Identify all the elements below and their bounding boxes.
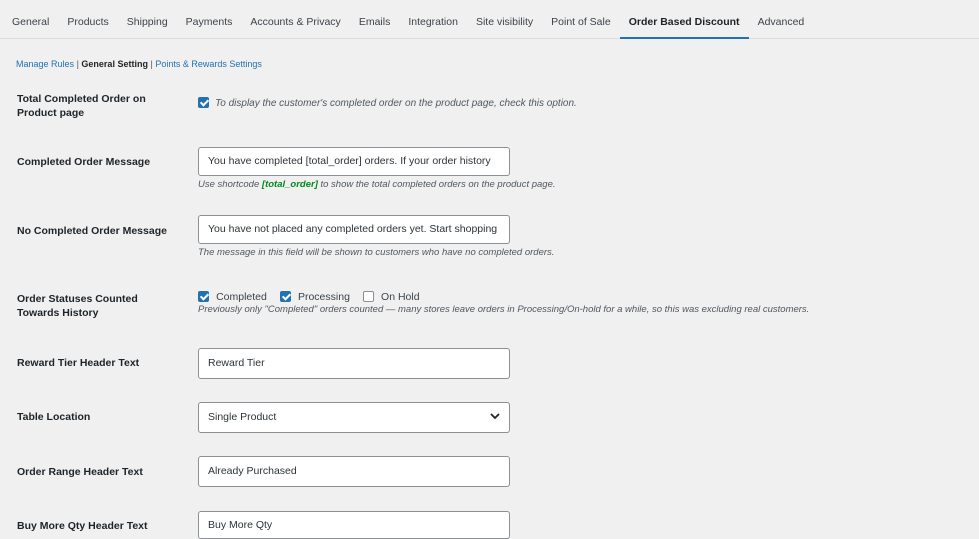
table-location-label: Table Location (17, 411, 91, 423)
processing-checkbox[interactable] (279, 291, 291, 302)
on-hold-checkbox[interactable] (362, 291, 374, 302)
settings-tabs: General Products Shipping Payments Accou… (0, 0, 979, 39)
tab-shipping[interactable]: Shipping (118, 0, 177, 38)
general-setting-current: General Setting (81, 59, 148, 69)
subnav-separator: | (150, 59, 153, 69)
order-range-input[interactable]: Already Purchased (198, 456, 510, 487)
tab-integration[interactable]: Integration (399, 0, 467, 38)
tab-accounts-privacy[interactable]: Accounts & Privacy (241, 0, 349, 38)
total-completed-label: Total Completed Order on Product page (17, 93, 146, 119)
order-statuses-label: Order Statuses Counted Towards History (17, 293, 138, 319)
no-completed-message-desc: The message in this field will be shown … (198, 247, 555, 258)
processing-option-label: Processing (297, 291, 350, 303)
table-location-field: Single Product (198, 402, 510, 433)
completed-message-desc: Use shortcode [total_order] to show the … (198, 179, 556, 190)
manage-rules-link[interactable]: Manage Rules (16, 59, 74, 69)
tab-order-based-discount[interactable]: Order Based Discount (619, 0, 749, 39)
order-statuses-desc: Previously only "Completed" orders count… (198, 304, 810, 315)
tab-emails[interactable]: Emails (350, 0, 400, 38)
order-statuses-field: Completed Processing On Hold Previously … (198, 291, 809, 315)
completed-checkbox[interactable] (198, 291, 209, 302)
reward-tier-label: Reward Tier Header Text (17, 357, 140, 369)
reward-tier-input[interactable]: Reward Tier (198, 348, 510, 379)
shortcode-text: [total_order] (261, 179, 318, 190)
desc-text: to show the total completed orders on th… (320, 179, 556, 190)
tab-point-of-sale[interactable]: Point of Sale (542, 0, 620, 38)
no-completed-message-input[interactable]: You have not placed any completed orders… (198, 215, 510, 244)
buy-more-label: Buy More Qty Header Text (17, 520, 148, 532)
total-completed-checkbox[interactable] (198, 97, 209, 108)
order-range-field: Already Purchased (198, 456, 510, 487)
tab-site-visibility[interactable]: Site visibility (467, 0, 542, 38)
order-statuses-options: Completed Processing On Hold (198, 291, 809, 303)
no-completed-message-label: No Completed Order Message (17, 225, 167, 237)
completed-message-field: You have completed [total_order] orders.… (198, 147, 556, 190)
completed-message-label: Completed Order Message (17, 156, 151, 168)
no-completed-message-field: You have not placed any completed orders… (198, 215, 554, 258)
tab-payments[interactable]: Payments (177, 0, 242, 38)
tab-general[interactable]: General (0, 0, 58, 38)
subnav-separator: | (76, 59, 79, 69)
completed-option-label: Completed (216, 291, 267, 303)
total-completed-field: To display the customer's completed orde… (198, 97, 577, 109)
tab-products[interactable]: Products (58, 0, 117, 38)
desc-text: Use shortcode (198, 179, 260, 190)
table-location-select[interactable]: Single Product (198, 402, 510, 433)
tab-advanced[interactable]: Advanced (749, 0, 814, 38)
on-hold-option-label: On Hold (381, 291, 420, 303)
buy-more-field: Buy More Qty (198, 511, 510, 539)
points-rewards-link[interactable]: Points & Rewards Settings (155, 59, 262, 69)
chevron-down-icon (490, 404, 500, 431)
reward-tier-field: Reward Tier (198, 348, 510, 379)
order-range-label: Order Range Header Text (17, 466, 143, 478)
table-location-value: Single Product (208, 411, 277, 423)
settings-subnav: Manage Rules | General Setting | Points … (16, 59, 262, 69)
total-completed-text: To display the customer's completed orde… (215, 98, 577, 109)
completed-message-input[interactable]: You have completed [total_order] orders.… (198, 147, 510, 176)
buy-more-input[interactable]: Buy More Qty (198, 511, 510, 539)
